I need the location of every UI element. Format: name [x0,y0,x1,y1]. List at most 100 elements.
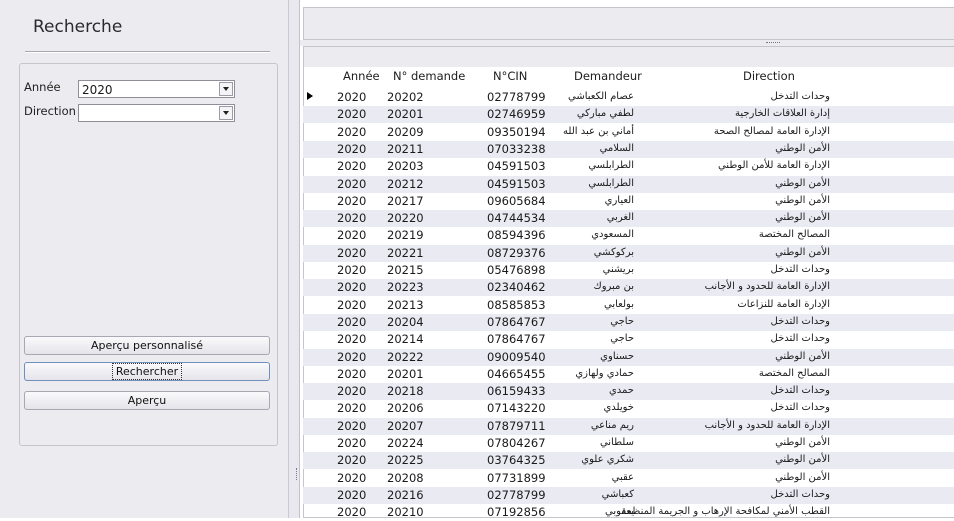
cell-annee: 2020 [337,193,367,208]
column-header-annee[interactable]: Année [343,69,380,87]
apercu-button[interactable]: Aperçu [24,391,270,410]
cell-num-demande: 20207 [387,418,424,433]
vertical-splitter[interactable] [289,0,300,518]
cell-demandeur: الطرابلسي [588,160,634,172]
cell-annee: 2020 [337,436,367,450]
cell-direction: الإدارة العامة لمصالح الصحة [713,125,830,137]
cell-demandeur: السلامي [599,142,634,154]
cell-annee: 2020 [337,332,367,347]
chevron-down-icon[interactable] [219,106,233,120]
cell-demandeur: شكري علوي [581,454,634,466]
cell-direction: وحدات التدخل [770,488,830,500]
cell-num-demande: 20213 [387,297,424,312]
cell-direction: وحدات التدخل [770,385,830,397]
table-row[interactable]: 2020 20201 04665455 حمادي ولهازي المصالح الم… [303,366,954,383]
cell-annee: 2020 [337,418,367,433]
cell-direction: الأمن الوطني [775,454,830,466]
cell-cin: 03764325 [487,453,546,468]
cell-direction: وحدات التدخل [770,333,830,345]
cell-annee: 2020 [337,384,367,399]
apercu-personnalise-label: Aperçu personnalisé [90,339,204,352]
cell-direction: الإدارة العامة للحدود و الأجانب [704,281,830,293]
table-row[interactable]: 2020 20201 02746959 لطفي مباركي إدارة العلاق… [303,106,954,124]
table-row[interactable]: 2020 20219 08594396 المسعودي المصالح المختصة [303,227,954,244]
cell-direction: الأمن الوطني [775,246,830,258]
cell-demandeur: حمادي ولهازي [575,367,634,379]
table-row[interactable]: 2020 20221 08729376 بركوكشي الأمن الوطني [303,244,954,262]
cell-annee: 2020 [337,141,367,156]
cell-demandeur: الغربي [606,212,634,224]
cell-direction: الأمن الوطني [775,194,830,206]
table-row[interactable]: 2020 20203 04591503 الطرابلسي الإدارة العامة… [303,158,954,175]
table-row[interactable]: 2020 20213 08585853 بولعابي الإدارة العامة ل… [303,297,954,314]
direction-label: Direction [24,104,76,118]
cell-demandeur: حسناوي [600,350,634,362]
cell-num-demande: 20216 [387,487,424,502]
table-row[interactable]: 2020 20224 07804267 سلطاني الأمن الوطني [303,435,954,452]
cell-demandeur: عصام الكعباشي [567,91,634,102]
table-row[interactable]: 2020 20223 02340462 بن مبروك الإدارة العامة … [303,279,954,297]
table-row[interactable]: 2020 20206 07143220 خويلدي وحدات التدخل [303,400,954,417]
cell-annee: 2020 [337,470,367,485]
chevron-down-icon[interactable] [219,82,233,96]
table-row[interactable]: 2020 20220 04744534 الغربي الأمن الوطني [303,210,954,228]
cell-cin: 07804267 [487,436,546,450]
cell-annee: 2020 [337,211,367,226]
cell-direction: الأمن الوطني [775,471,830,483]
cell-demandeur: أماني بن عبد الله [563,125,634,137]
annee-select-value: 2020 [82,83,113,97]
grid-group-area [304,47,954,68]
cell-cin: 05476898 [487,263,546,277]
table-row[interactable]: 2020 20210 07192856 يعقوبي القطب الأمني لمكا… [303,504,954,521]
title-divider [25,51,270,53]
column-header-direction[interactable]: Direction [743,69,795,87]
cell-demandeur: بولعابي [604,298,634,310]
apercu-personnalise-button[interactable]: Aperçu personnalisé [24,336,270,355]
table-row[interactable]: 2020 20202 02778799 عصام الكعباشي وحدات التد… [303,89,954,106]
table-row[interactable]: 2020 20214 07864767 حاجي وحدات التدخل [303,331,954,348]
cell-cin: 06159433 [487,384,546,399]
table-row[interactable]: 2020 20209 09350194 أماني بن عبد الله الإدار… [303,124,954,141]
cell-demandeur: بريشني [602,264,634,275]
cell-annee: 2020 [337,280,367,295]
table-row[interactable]: 2020 20204 07864767 حاجي وحدات التدخل [303,313,954,331]
cell-cin: 07731899 [487,470,546,485]
rechercher-button[interactable]: Rechercher [24,362,270,381]
table-row[interactable]: 2020 20212 04591503 الطرابلسي الأمن الوطني [303,175,954,193]
table-row[interactable]: 2020 20211 07033238 السلامي الأمن الوطني [303,140,954,158]
cell-direction: وحدات التدخل [770,402,830,414]
column-header-num-demande[interactable]: N° demande [393,69,465,87]
table-row[interactable]: 2020 20225 03764325 شكري علوي الأمن الوطني [303,452,954,470]
cell-annee: 2020 [337,124,367,139]
cell-demandeur: سلطاني [599,437,634,448]
table-row[interactable]: 2020 20208 07731899 عقبي الأمن الوطني [303,470,954,487]
column-header-demandeur[interactable]: Demandeur [574,69,642,87]
table-row[interactable]: 2020 20222 09009540 حسناوي الأمن الوطني [303,348,954,366]
column-header-cin[interactable]: N°CIN [493,69,527,87]
cell-cin: 07864767 [487,314,546,329]
cell-direction: وحدات التدخل [770,315,830,327]
table-row[interactable]: 2020 20215 05476898 بريشني وحدات التدخل [303,262,954,279]
splitter-grip-icon[interactable] [296,468,298,480]
table-row[interactable]: 2020 20216 02778799 كعباشي وحدات التدخل [303,486,954,504]
table-row[interactable]: 2020 20218 06159433 حمدي وحدات التدخل [303,383,954,401]
direction-select[interactable] [78,104,235,122]
cell-demandeur: حمدي [608,385,634,397]
splitter-grip-icon[interactable] [766,42,780,44]
cell-num-demande: 20218 [387,384,424,399]
cell-cin: 02746959 [487,107,546,122]
cell-num-demande: 20215 [387,263,424,277]
cell-direction: الإدارة العامة للأمن الوطني [717,160,830,172]
annee-select[interactable]: 2020 [78,80,235,98]
cell-demandeur: المسعودي [591,229,634,241]
cell-num-demande: 20208 [387,470,424,485]
cell-demandeur: العياري [604,194,634,206]
cell-num-demande: 20217 [387,193,424,208]
cell-cin: 04591503 [487,176,546,191]
table-row[interactable]: 2020 20207 07879711 ريم مناعي الإدارة العامة… [303,417,954,435]
cell-cin: 02340462 [487,280,546,295]
cell-direction: المصالح المختصة [758,229,830,241]
cell-direction: إدارة العلاقات الخارجية [734,108,830,120]
cell-num-demande: 20201 [387,107,424,122]
table-row[interactable]: 2020 20217 09605684 العياري الأمن الوطني [303,193,954,210]
